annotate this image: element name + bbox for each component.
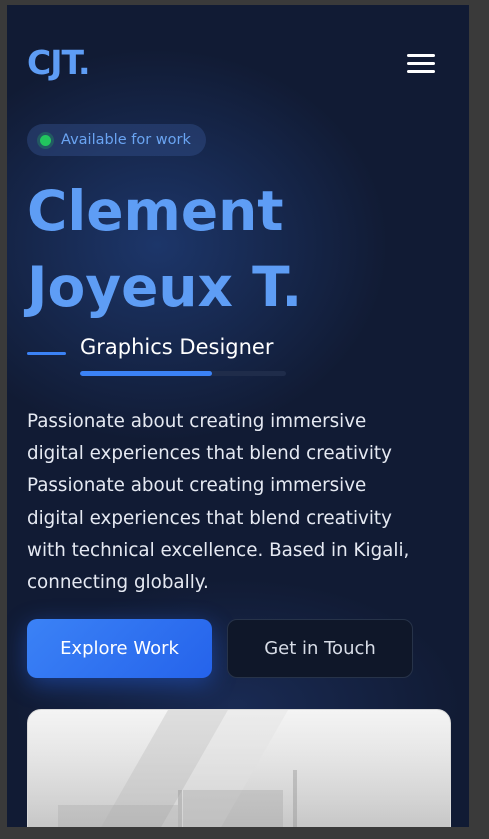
site-logo[interactable]: CJT.	[27, 43, 91, 82]
explore-work-button[interactable]: Explore Work	[27, 619, 212, 678]
hero-name: Clement Joyeux T.	[27, 173, 302, 325]
role-accent-line	[27, 352, 66, 355]
availability-text: Available for work	[61, 132, 191, 148]
page-frame: CJT. Available for work Clement Joyeux T…	[7, 5, 469, 827]
hamburger-menu-icon[interactable]	[405, 51, 437, 77]
role-progress-bar	[80, 371, 286, 376]
hero-name-line-2: Joyeux T.	[27, 255, 303, 319]
availability-badge: Available for work	[27, 124, 206, 156]
description-line: Passionate about creating immersive	[27, 411, 367, 432]
get-in-touch-button[interactable]: Get in Touch	[227, 619, 413, 678]
role-title: Graphics Designer	[80, 335, 274, 359]
menu-bar	[407, 62, 435, 65]
description-line: Passionate about creating immersive	[27, 475, 367, 497]
hero-description: Passionate about creating immersive digit…	[27, 406, 452, 599]
description-line: connecting globally.	[27, 572, 209, 594]
menu-bar	[407, 54, 435, 57]
description-line: with technical excellence. Based in Kiga…	[27, 539, 410, 561]
project-preview-card[interactable]	[27, 709, 451, 827]
hero-name-line-1: Clement	[27, 179, 284, 243]
status-dot-icon	[40, 134, 51, 146]
description-line: digital experiences that blend creativit…	[27, 443, 392, 465]
preview-image	[28, 710, 450, 827]
menu-bar	[407, 70, 435, 73]
description-line: digital experiences that blend creativit…	[27, 507, 392, 529]
role-progress-fill	[80, 371, 212, 376]
